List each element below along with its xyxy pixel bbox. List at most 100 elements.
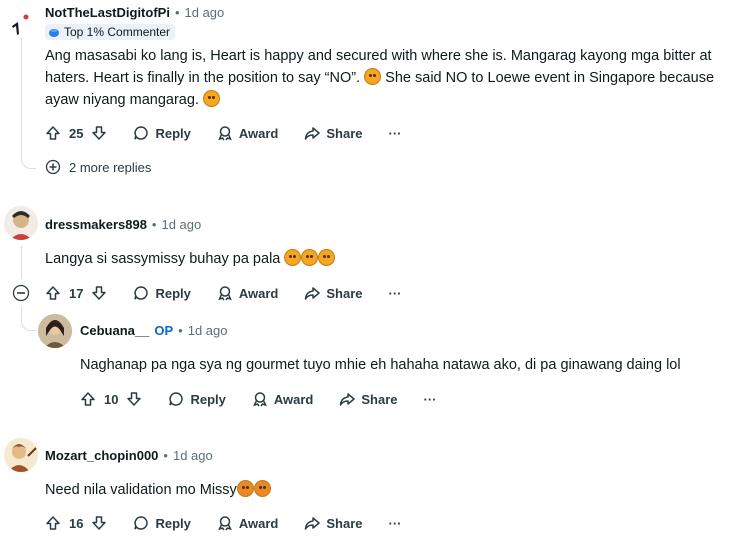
upvote-icon[interactable] (45, 285, 61, 301)
more-options-icon: ··· (423, 391, 437, 407)
reply-label: Reply (155, 285, 191, 301)
collapse-thread-button[interactable] (12, 284, 30, 302)
downvote-icon[interactable] (91, 125, 107, 141)
more-replies-label: 2 more replies (69, 159, 152, 175)
comment-bubble-icon (133, 125, 149, 141)
avatar[interactable] (4, 4, 38, 38)
comment-body-line: She said NO to Loewe event in Singapore … (385, 70, 715, 86)
reply-button[interactable]: Reply (168, 391, 226, 407)
vote-group: 25 (45, 125, 107, 141)
separator: • (151, 217, 157, 232)
comment-body-text: Langya si sassymissy buhay pa pala (45, 251, 281, 267)
expand-plus-icon (45, 159, 61, 175)
share-icon (304, 285, 321, 301)
username[interactable]: Cebuana__ (80, 323, 149, 338)
comment-bubble-icon (133, 515, 149, 531)
comment-actions: 25 Reply Award Share ··· (45, 119, 428, 147)
share-icon (304, 515, 321, 531)
share-label: Share (326, 515, 363, 531)
avatar[interactable] (38, 314, 72, 348)
username[interactable]: dressmakers898 (45, 217, 147, 232)
avatar[interactable] (4, 206, 38, 240)
award-icon (252, 391, 268, 407)
username[interactable]: NotTheLastDigitofPi (45, 5, 170, 20)
comment-body: Naghanap pa nga sya ng gourmet tuyo mhie… (80, 354, 681, 376)
award-icon (217, 125, 233, 141)
commenter-badge: Top 1% Commenter (45, 24, 176, 40)
share-button[interactable]: Share (339, 391, 398, 407)
comment-body: Langya si sassymissy buhay pa pala (45, 248, 336, 270)
more-options-icon: ··· (388, 285, 402, 301)
vote-group: 17 (45, 285, 107, 301)
smile-emoji (203, 90, 220, 107)
more-options-button[interactable]: ··· (424, 392, 437, 407)
comment-body-text: Naghanap pa nga sya ng gourmet tuyo mhie… (80, 357, 681, 373)
vote-group: 10 (80, 391, 142, 407)
badge-icon (48, 26, 60, 38)
upvote-icon[interactable] (45, 125, 61, 141)
avatar[interactable] (4, 438, 38, 472)
award-button[interactable]: Award (217, 515, 279, 531)
award-button[interactable]: Award (252, 391, 313, 407)
comment-actions: 10 Reply Award Share ··· (80, 385, 463, 413)
share-label: Share (361, 391, 398, 407)
vote-count: 10 (104, 391, 119, 407)
username[interactable]: Mozart_chopin000 (45, 448, 158, 463)
award-label: Award (238, 515, 279, 531)
upvote-icon[interactable] (45, 515, 61, 531)
more-options-icon: ··· (388, 515, 402, 531)
separator: • (174, 5, 180, 20)
more-options-button[interactable]: ··· (389, 286, 402, 301)
comment-actions: 17 Reply Award Share ··· (45, 279, 428, 307)
award-icon (217, 515, 233, 531)
share-icon (339, 391, 356, 407)
award-icon (217, 285, 233, 301)
laughing-emoji (318, 249, 336, 266)
more-replies-link[interactable]: 2 more replies (45, 159, 151, 175)
timestamp[interactable]: 1d ago (161, 217, 201, 232)
smile-emoji (364, 68, 382, 85)
comment-actions: 16 Reply Award Share ··· (45, 509, 428, 537)
op-badge: OP (154, 323, 174, 338)
downvote-icon[interactable] (91, 285, 107, 301)
laughing-emoji (301, 249, 319, 266)
vote-group: 16 (45, 515, 107, 531)
thread-line (21, 246, 22, 279)
award-label: Award (238, 125, 279, 141)
reply-label: Reply (190, 391, 226, 407)
comment-body-line: haters. Heart is finally in the position… (45, 70, 361, 86)
award-button[interactable]: Award (217, 285, 279, 301)
comment-body-line: Ang masasabi ko lang is, Heart is happy … (45, 48, 712, 64)
reply-button[interactable]: Reply (133, 285, 191, 301)
share-button[interactable]: Share (304, 285, 363, 301)
share-button[interactable]: Share (304, 515, 363, 531)
separator: • (178, 323, 183, 338)
timestamp[interactable]: 1d ago (173, 448, 213, 463)
share-label: Share (326, 125, 363, 141)
downvote-icon[interactable] (91, 515, 107, 531)
cry-emoji (236, 480, 254, 497)
award-label: Award (238, 285, 279, 301)
more-options-button[interactable]: ··· (389, 516, 402, 531)
downvote-icon[interactable] (126, 391, 142, 407)
comment-body-text: Need nila validation mo Missy (45, 482, 237, 498)
vote-count: 16 (69, 515, 84, 531)
timestamp[interactable]: 1d ago (188, 323, 228, 338)
award-button[interactable]: Award (217, 125, 279, 141)
more-options-button[interactable]: ··· (389, 126, 402, 141)
comment-body: Need nila validation mo Missy (45, 479, 271, 501)
comment-body: Ang masasabi ko lang is, Heart is happy … (45, 45, 750, 111)
thread-line-curve (21, 155, 36, 169)
reply-button[interactable]: Reply (133, 515, 191, 531)
reply-label: Reply (155, 125, 191, 141)
reply-label: Reply (155, 515, 191, 531)
laughing-emoji (284, 249, 302, 266)
thread-line (21, 36, 22, 156)
vote-count: 17 (69, 285, 84, 301)
badge-label: Top 1% Commenter (64, 25, 171, 39)
upvote-icon[interactable] (80, 391, 96, 407)
more-options-icon: ··· (388, 125, 402, 141)
share-button[interactable]: Share (304, 125, 363, 141)
timestamp[interactable]: 1d ago (185, 5, 225, 20)
reply-button[interactable]: Reply (133, 125, 191, 141)
